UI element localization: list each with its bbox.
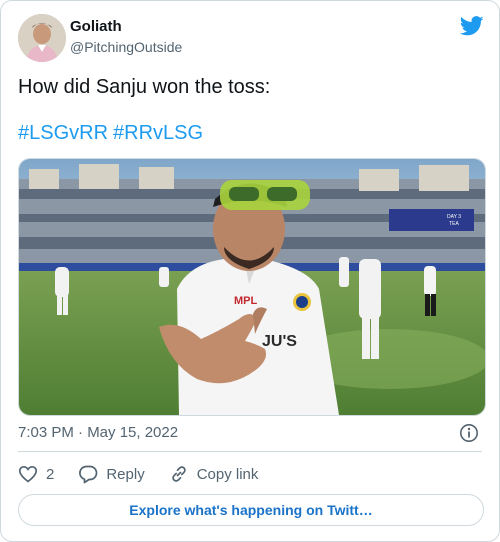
divider: [18, 451, 482, 452]
svg-text:MPL: MPL: [234, 295, 258, 307]
tweet-media-image[interactable]: DAY 3 TEA MPL JU'S: [18, 158, 486, 416]
info-icon[interactable]: [459, 423, 479, 443]
author-handle[interactable]: @PitchingOutside: [70, 39, 182, 55]
avatar[interactable]: [18, 14, 66, 62]
hashtag-link[interactable]: #RRvLSG: [113, 122, 203, 144]
copy-link-label: Copy link: [196, 465, 259, 483]
explore-button[interactable]: Explore what's happening on Twitt…: [18, 494, 484, 526]
tweet-timestamp[interactable]: 7:03 PM · May 15, 2022: [18, 424, 178, 441]
link-icon: [171, 466, 186, 482]
reply-button[interactable]: Reply: [78, 464, 145, 484]
copy-link-button[interactable]: Copy link: [169, 464, 259, 484]
like-count: 2: [46, 465, 55, 483]
like-button[interactable]: 2: [18, 464, 54, 484]
reply-label: Reply: [106, 465, 145, 483]
tweet-card: Goliath @PitchingOutside How did Sanju w…: [0, 0, 500, 542]
hashtags: #LSGvRR #RRvLSG: [18, 122, 208, 145]
reply-icon: [79, 465, 98, 484]
author-name[interactable]: Goliath: [70, 18, 122, 35]
twitter-bird-icon[interactable]: [459, 16, 484, 36]
svg-text:DAY 3: DAY 3: [447, 214, 461, 220]
hashtag-link[interactable]: #LSGvRR: [18, 122, 108, 144]
svg-text:JU'S: JU'S: [262, 333, 297, 350]
tweet-actions: 2 Reply Copy link: [18, 463, 282, 485]
heart-icon: [18, 465, 38, 483]
tweet-text: How did Sanju won the toss:: [18, 76, 271, 98]
svg-text:TEA: TEA: [449, 221, 459, 227]
